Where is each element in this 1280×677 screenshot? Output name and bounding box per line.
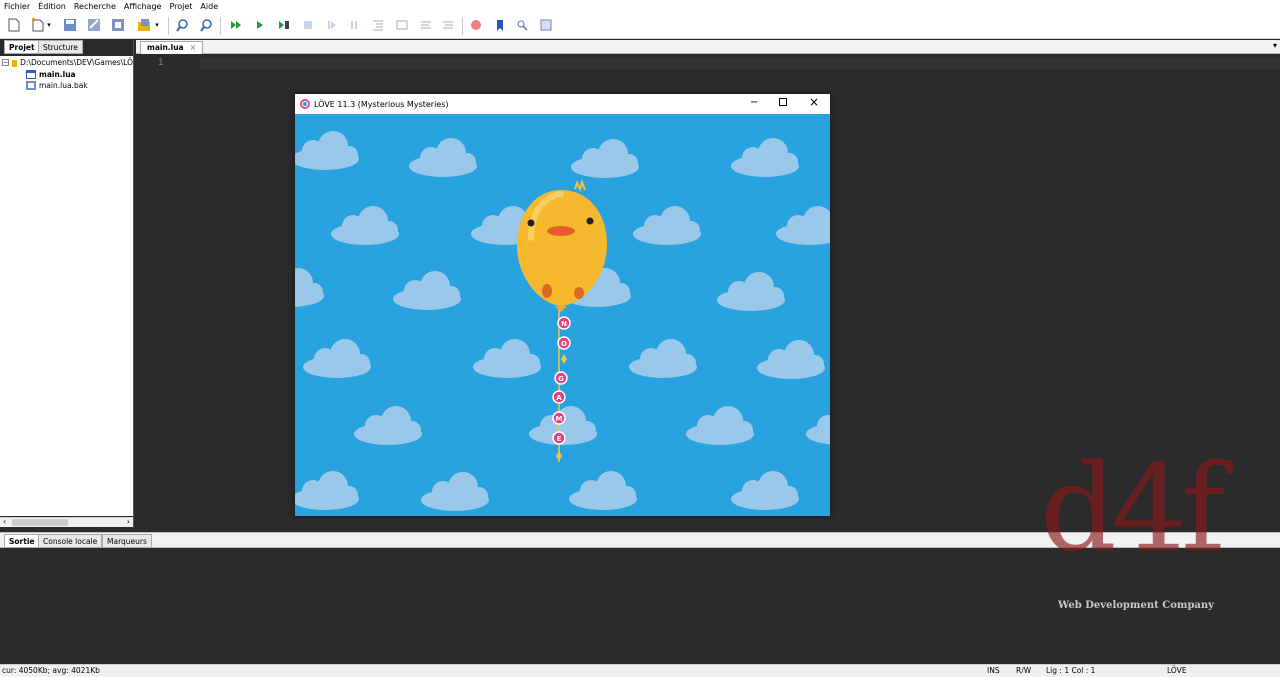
bead-letter: E bbox=[557, 435, 562, 443]
watermark-logo-text: d4f bbox=[1040, 440, 1226, 579]
close-icon[interactable]: × bbox=[190, 42, 197, 54]
tree-file-label: main.lua.bak bbox=[39, 81, 88, 90]
love-window-titlebar[interactable]: LÖVE 11.3 (Mysterious Mysteries) − × bbox=[295, 94, 830, 114]
insert-mode: INS bbox=[987, 666, 1000, 675]
cloud-layer: N O G A M E bbox=[295, 131, 830, 511]
bead-letter: G bbox=[558, 375, 564, 383]
chevron-down-icon[interactable]: ▾ bbox=[44, 17, 54, 33]
save-all-icon[interactable] bbox=[86, 17, 102, 33]
comment-icon[interactable] bbox=[418, 17, 434, 33]
new-file-icon[interactable] bbox=[6, 17, 22, 33]
outdent-icon[interactable] bbox=[394, 17, 410, 33]
collapse-icon[interactable]: − bbox=[2, 59, 9, 66]
tree-file-bak[interactable]: main.lua.bak bbox=[26, 80, 133, 91]
tree-file-label: main.lua bbox=[39, 70, 76, 79]
folder-icon bbox=[12, 59, 18, 67]
cursor-position: Lig : 1 Col : 1 bbox=[1046, 666, 1096, 675]
menu-view[interactable]: Affichage bbox=[124, 0, 162, 13]
toolbar: ▾ ▾ bbox=[0, 13, 1280, 39]
run-file-icon[interactable] bbox=[276, 17, 292, 33]
tab-local-console[interactable]: Console locale bbox=[38, 534, 103, 548]
scroll-thumb[interactable] bbox=[12, 519, 68, 526]
close-button[interactable]: × bbox=[809, 95, 819, 109]
menu-search[interactable]: Recherche bbox=[74, 0, 116, 13]
watermark-tagline: Web Development Company bbox=[1058, 600, 1214, 611]
tab-main-lua[interactable]: main.lua × bbox=[140, 41, 204, 54]
run-icon[interactable] bbox=[252, 17, 268, 33]
find-icon[interactable] bbox=[174, 17, 190, 33]
tree-root-label: D:\Documents\DEV\Games\LÖ bbox=[20, 58, 133, 67]
chevron-down-icon[interactable]: ▾ bbox=[152, 17, 162, 33]
menu-file[interactable]: Fichier bbox=[4, 0, 30, 13]
bead-letter: A bbox=[556, 394, 562, 402]
bead-letter: O bbox=[561, 340, 567, 348]
game-canvas[interactable]: N O G A M E bbox=[295, 114, 830, 516]
menu-project[interactable]: Projet bbox=[169, 0, 192, 13]
line-number: 1 bbox=[158, 58, 164, 68]
step-icon[interactable] bbox=[324, 17, 340, 33]
project-settings-icon[interactable] bbox=[136, 17, 152, 33]
status-bar: cur: 4050Kb; avg: 4021Kb INS R/W Lig : 1… bbox=[0, 664, 1280, 677]
import-icon[interactable] bbox=[110, 17, 126, 33]
editor-tab-bar: main.lua × ▾ bbox=[136, 40, 1280, 54]
interpreter: LÖVE bbox=[1167, 666, 1187, 675]
tab-structure[interactable]: Structure bbox=[38, 40, 83, 54]
memory-status: cur: 4050Kb; avg: 4021Kb bbox=[2, 666, 100, 675]
pause-icon[interactable] bbox=[346, 17, 362, 33]
toolbar-divider bbox=[220, 17, 221, 35]
file-icon bbox=[26, 81, 36, 90]
bead-letter: M bbox=[556, 415, 563, 423]
scroll-right-icon[interactable]: › bbox=[127, 517, 130, 526]
menu-help[interactable]: Aide bbox=[200, 0, 218, 13]
save-icon[interactable] bbox=[62, 17, 78, 33]
breakpoint-icon[interactable] bbox=[468, 17, 484, 33]
tree-file-main[interactable]: main.lua bbox=[26, 69, 133, 80]
tab-markers[interactable]: Marqueurs bbox=[102, 534, 152, 548]
find-in-files-icon[interactable] bbox=[198, 17, 214, 33]
indent-icon[interactable] bbox=[370, 17, 386, 33]
run-project-icon[interactable] bbox=[228, 17, 244, 33]
watermark-logo: d4f bbox=[1040, 440, 1240, 580]
toolbar-divider bbox=[462, 17, 463, 35]
love-game-window[interactable]: LÖVE 11.3 (Mysterious Mysteries) − × N O… bbox=[295, 94, 830, 516]
uncomment-icon[interactable] bbox=[440, 17, 456, 33]
current-line-highlight bbox=[200, 57, 1280, 69]
access-mode: R/W bbox=[1016, 666, 1032, 675]
bookmark-icon[interactable] bbox=[492, 17, 508, 33]
tab-label: main.lua bbox=[147, 43, 184, 52]
project-panel: Projet Structure − D:\Documents\DEV\Game… bbox=[0, 40, 134, 528]
menu-bar: Fichier Édition Recherche Affichage Proj… bbox=[0, 0, 1280, 13]
love-logo-icon bbox=[300, 99, 310, 109]
tab-list-chevron-icon[interactable]: ▾ bbox=[1273, 41, 1277, 50]
horizontal-scrollbar[interactable]: ‹ › bbox=[0, 517, 133, 527]
tab-output[interactable]: Sortie bbox=[4, 534, 40, 548]
project-tree: − D:\Documents\DEV\Games\LÖ main.lua mai… bbox=[0, 56, 133, 516]
maximize-button[interactable] bbox=[779, 98, 787, 106]
tab-project[interactable]: Projet bbox=[4, 40, 40, 54]
love-window-title: LÖVE 11.3 (Mysterious Mysteries) bbox=[314, 99, 449, 109]
stop-icon[interactable] bbox=[300, 17, 316, 33]
bead-letter: N bbox=[561, 320, 567, 328]
toolbar-divider bbox=[168, 17, 169, 35]
find-replace-icon[interactable] bbox=[514, 17, 530, 33]
minimize-button[interactable]: − bbox=[750, 97, 758, 108]
lua-file-icon bbox=[26, 70, 36, 79]
scroll-left-icon[interactable]: ‹ bbox=[3, 517, 6, 526]
menu-edit[interactable]: Édition bbox=[38, 0, 66, 13]
tree-root[interactable]: − D:\Documents\DEV\Games\LÖ bbox=[2, 57, 133, 68]
zoom-icon[interactable] bbox=[538, 17, 554, 33]
